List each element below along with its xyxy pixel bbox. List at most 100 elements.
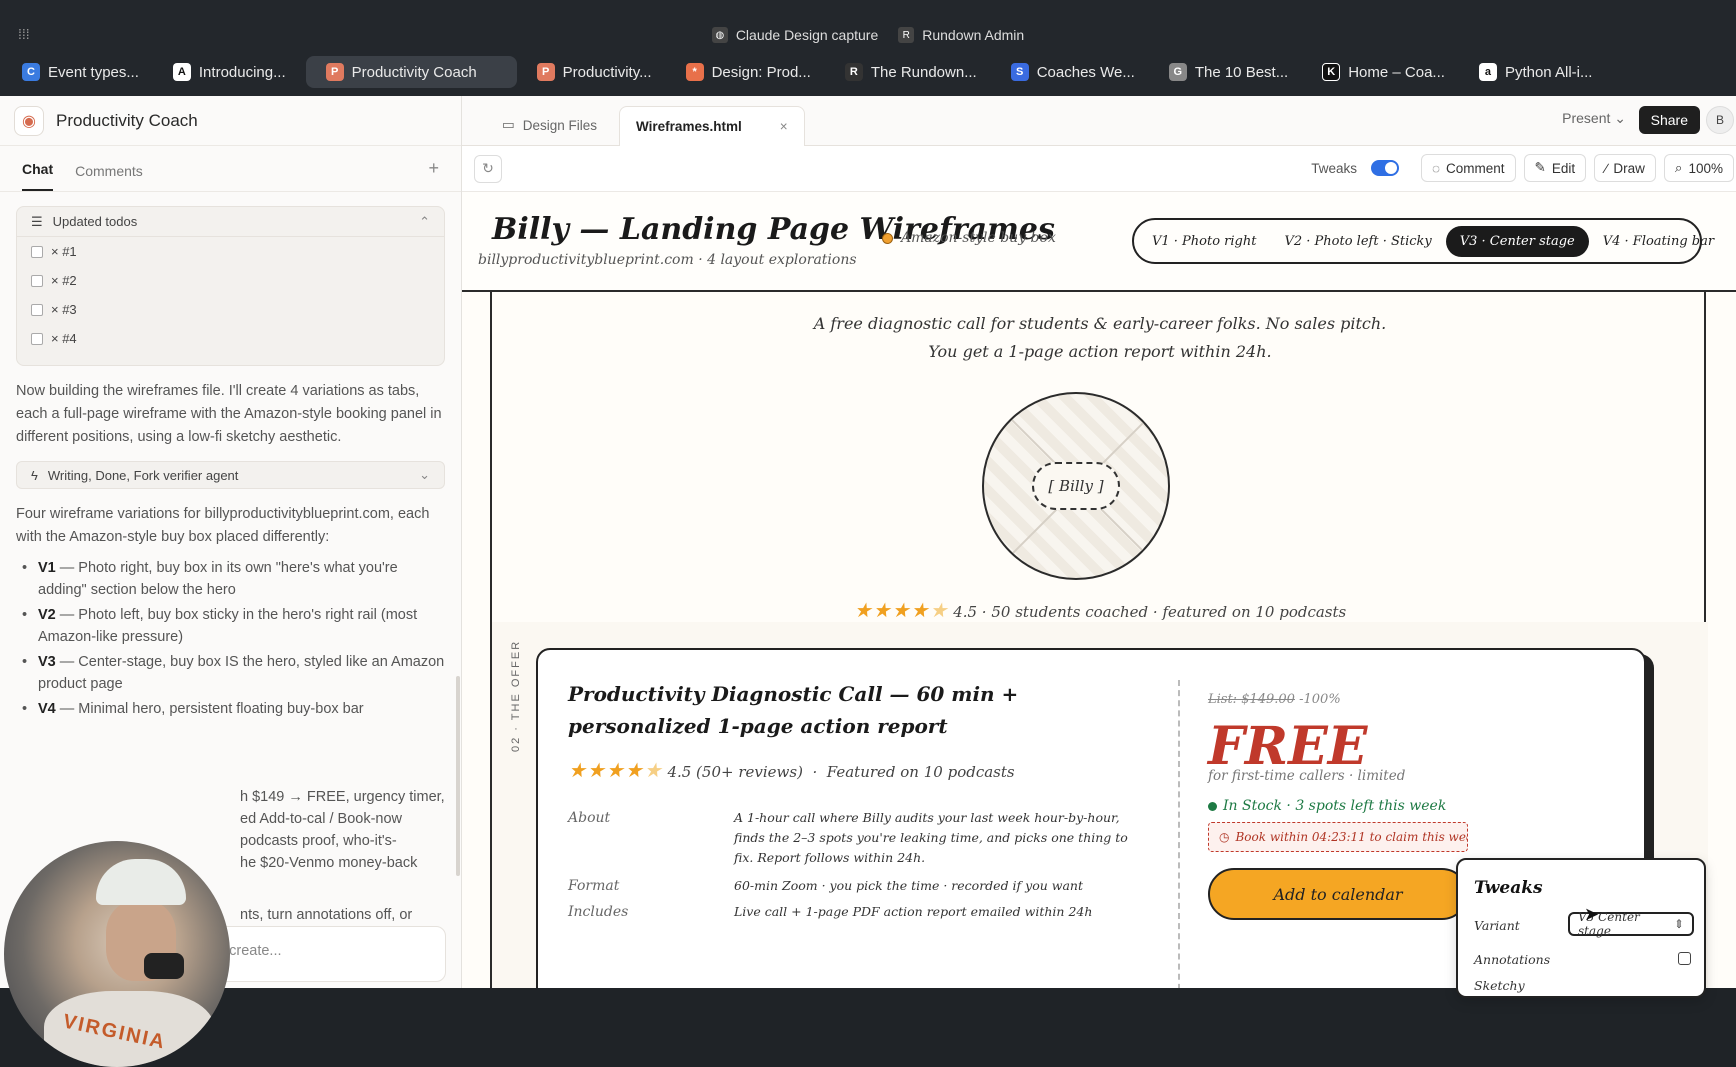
wireframe-header: Billy — Landing Page Wireframes Amazon-s… <box>462 192 1736 292</box>
divider <box>1178 680 1180 988</box>
stock-status: In Stock · 3 spots left this week <box>1208 798 1446 814</box>
annotations-label: Annotations <box>1474 952 1551 967</box>
list-item: V4 — Minimal hero, persistent floating b… <box>22 698 445 720</box>
design-app: ◉ Productivity Coach Chat Comments + ☰ Up… <box>0 96 1736 1067</box>
tab-comments[interactable]: Comments <box>75 163 143 191</box>
message-text: ed Add-to-cal / Book-now <box>240 811 403 827</box>
photo-label: [ Billy ] <box>1032 462 1120 510</box>
stars-icon: ★★★★ <box>853 598 930 622</box>
sidebar-scrollbar[interactable] <box>456 676 460 876</box>
chevron-updown-icon: ⇕ <box>1673 917 1684 931</box>
chevron-up-icon[interactable]: ⌃ <box>419 214 430 230</box>
tab-v3[interactable]: V3 · Center stage <box>1445 225 1589 257</box>
tab-v1[interactable]: V1 · Photo right <box>1138 226 1270 257</box>
s-icon: S <box>1010 63 1029 81</box>
draw-button[interactable]: ∕ Draw <box>1594 154 1656 182</box>
bookmark-claude-design-capture[interactable]: ◍ Claude Design capture <box>711 27 878 43</box>
refresh-icon[interactable]: ↻ <box>474 154 502 183</box>
browser-tab[interactable]: a Python All-i... <box>1465 56 1607 88</box>
todo-item: × #2 <box>17 266 444 295</box>
format-text: 60-min Zoom · you pick the time · record… <box>734 878 1083 893</box>
message-text: nts, turn annotations off, or <box>240 907 413 923</box>
tab-v2[interactable]: V2 · Photo left · Sticky <box>1270 226 1445 257</box>
globe-icon: ◍ <box>711 27 728 43</box>
present-button[interactable]: Present ⌄ <box>1562 110 1626 127</box>
browser-tab[interactable]: * Design: Prod... <box>672 56 825 88</box>
tab-chat[interactable]: Chat <box>22 161 54 191</box>
stars-icon: ★★★★ <box>568 758 644 782</box>
sketchy-label: Sketchy <box>1474 978 1525 993</box>
productivity-icon: P <box>536 63 555 81</box>
cursor-icon: ➤ <box>1584 904 1600 924</box>
todo-checkbox[interactable] <box>31 245 43 258</box>
status-dot-icon <box>1208 801 1217 811</box>
tweaks-label: Tweaks <box>1311 160 1357 176</box>
chevron-down-icon[interactable]: ⌄ <box>419 467 430 483</box>
webcam-shirt: VIRGINIA <box>44 991 214 1067</box>
wireframe-tag: Amazon-style buy box <box>882 230 1056 246</box>
new-chat-button[interactable]: + <box>428 158 439 179</box>
webcam-overlay: VIRGINIA <box>4 841 230 1067</box>
productivity-icon: P <box>325 63 344 81</box>
message-text: podcasts proof, who-it's- <box>240 833 397 849</box>
brush-icon: ∕ <box>1605 160 1608 176</box>
close-icon[interactable]: × <box>780 119 788 134</box>
rundown-icon: R <box>898 27 915 43</box>
k-icon: K <box>1322 63 1341 81</box>
edit-button[interactable]: ✎ Edit <box>1523 154 1587 182</box>
microphone-icon <box>144 953 184 979</box>
todo-checkbox[interactable] <box>31 274 43 287</box>
offer-title: Productivity Diagnostic Call — 60 min + … <box>568 682 1019 738</box>
browser-tab[interactable]: P Productivity... <box>523 56 666 88</box>
assistant-message: Now building the wireframes file. I'll c… <box>16 383 442 445</box>
comment-icon: ◌ <box>1432 160 1441 176</box>
chevron-down-icon: ⌄ <box>1614 110 1626 126</box>
browser-tab[interactable]: G The 10 Best... <box>1155 56 1302 88</box>
sidebar-tabs: Chat Comments + <box>0 146 461 192</box>
format-label: Format <box>568 878 620 894</box>
bolt-icon: ϟ <box>31 467 38 483</box>
g-icon: G <box>1168 63 1187 81</box>
tweaks-toggle[interactable] <box>1371 160 1399 176</box>
offer-rating: ★★★★★ 4.5 (50+ reviews) · Featured on 10… <box>568 758 1015 782</box>
comment-button[interactable]: ◌ Comment <box>1421 154 1516 182</box>
project-title: Productivity Coach <box>56 110 198 130</box>
clock-icon: ◷ <box>1219 830 1230 844</box>
annotations-checkbox[interactable] <box>1678 952 1691 965</box>
browser-tab[interactable]: A Introducing... <box>159 56 300 88</box>
message-text: he $20-Venmo money-back <box>240 855 418 871</box>
palette-icon[interactable]: ◉ <box>14 105 44 136</box>
dot-icon <box>882 232 893 244</box>
todo-header[interactable]: ☰ Updated todos ⌃ <box>17 207 444 237</box>
tab-design-files[interactable]: ▭ Design Files <box>486 105 613 145</box>
half-star-icon: ★ <box>643 758 663 782</box>
browser-tab[interactable]: C Event types... <box>8 56 153 88</box>
anthropic-icon: A <box>172 63 191 81</box>
list-item: V3 — Center-stage, buy box IS the hero, … <box>22 651 445 695</box>
editor-toolbar: ↻ Tweaks ◌ Comment ✎ Edit ∕ Draw ⌕ 100% <box>462 146 1736 192</box>
message-text: h $149 → FREE, urgency timer, <box>240 789 445 805</box>
includes-label: Includes <box>568 904 629 920</box>
rundown-icon: R <box>844 63 863 81</box>
agent-status-row[interactable]: ϟ Writing, Done, Fork verifier agent ⌄ <box>16 461 445 489</box>
browser-tab[interactable]: S Coaches We... <box>997 56 1149 88</box>
todo-checkbox[interactable] <box>31 332 43 345</box>
browser-tab-active[interactable]: P Productivity Coach <box>305 56 517 88</box>
browser-tab[interactable]: K Home – Coa... <box>1308 56 1459 88</box>
avatar[interactable]: B <box>1706 106 1734 134</box>
tab-wireframes-html[interactable]: Wireframes.html × <box>619 106 805 146</box>
todo-item: × #3 <box>17 295 444 324</box>
assistant-message: Four wireframe variations for billyprodu… <box>16 506 430 545</box>
add-to-calendar-button[interactable]: Add to calendar <box>1208 868 1468 920</box>
list-icon: ☰ <box>31 213 43 229</box>
bookmark-rundown-admin[interactable]: R Rundown Admin <box>898 27 1024 43</box>
browser-chrome: ⁞⁞⁞ ◍ Claude Design capture R Rundown Admi… <box>0 0 1736 96</box>
list-price: List: $149.00 -100% <box>1208 692 1341 707</box>
bookmarks-bar: ◍ Claude Design capture R Rundown Admin <box>0 22 1736 48</box>
tab-v4[interactable]: V4 · Floating bar <box>1589 226 1728 257</box>
browser-tab[interactable]: R The Rundown... <box>831 56 991 88</box>
zoom-button[interactable]: ⌕ 100% <box>1663 154 1734 182</box>
todo-checkbox[interactable] <box>31 303 43 316</box>
share-button[interactable]: Share <box>1638 106 1700 134</box>
tweaks-title: Tweaks <box>1474 878 1543 898</box>
